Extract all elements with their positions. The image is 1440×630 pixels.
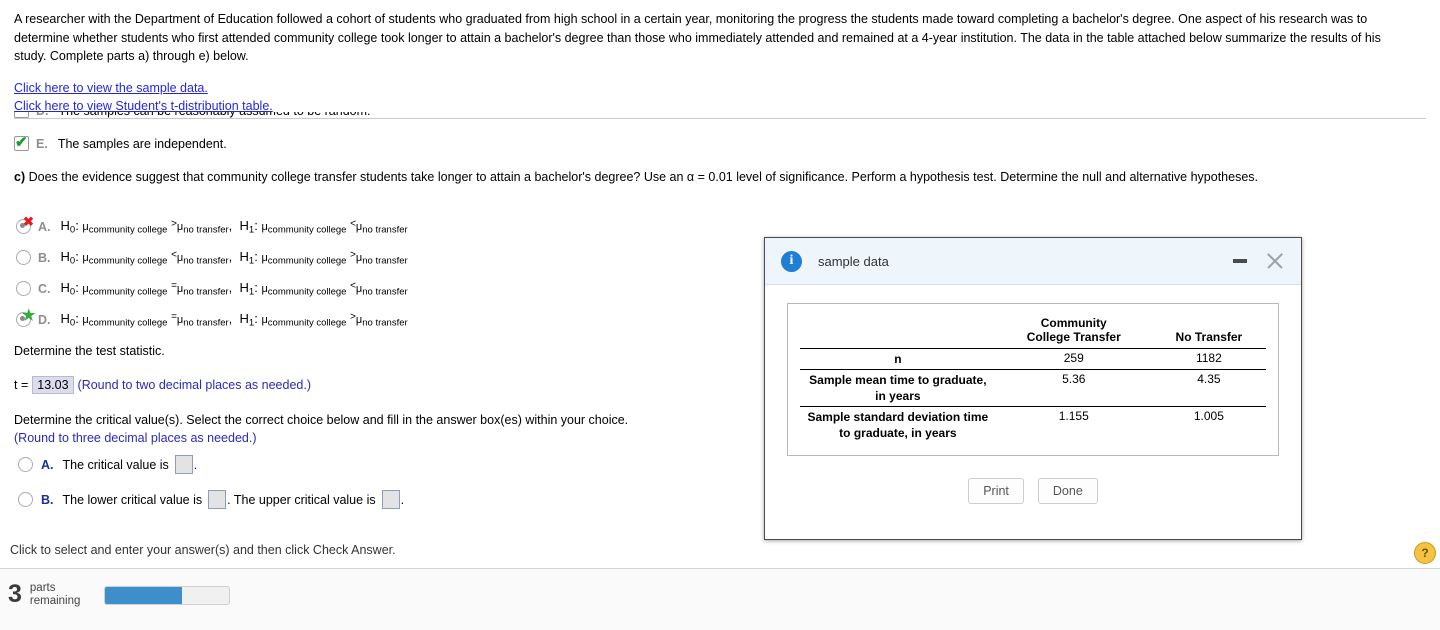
row-label-sample-sd: Sample standard deviation time to gradua… (800, 406, 996, 443)
row-sd-cct: 1.155 (995, 406, 1152, 443)
dialog-footer: Print Done (787, 478, 1279, 504)
test-statistic-row: t = 13.03 (Round to two decimal places a… (14, 376, 311, 394)
assumption-d-checkbox[interactable] (14, 112, 29, 118)
assumption-e-letter: E. (36, 136, 48, 151)
assumption-option-e[interactable]: E. The samples are independent. (14, 133, 227, 151)
hypothesis-d-radio[interactable]: ★ (16, 307, 35, 328)
sample-data-table-frame: Community College Transfer No Transfer n … (787, 303, 1279, 456)
table-row: n 259 1182 (800, 348, 1266, 370)
parts-count: 3 (8, 580, 22, 608)
hypothesis-b-radio[interactable] (16, 250, 31, 266)
done-button[interactable]: Done (1037, 478, 1098, 504)
table-corner-cell (800, 314, 996, 349)
hypothesis-a-text: H0: μcommunity college >μno transfer, H1… (60, 218, 408, 236)
reference-links: Click here to view the sample data. Clic… (14, 79, 273, 115)
hypothesis-choice-c[interactable]: C. H0: μcommunity college =μno transfer,… (16, 280, 408, 297)
critical-a-text-after: . (193, 457, 198, 472)
critical-b-text-before: The lower critical value is (62, 492, 203, 507)
test-statistic-prompt: Determine the test statistic. (14, 344, 165, 358)
sample-data-dialog: i sample data Community College Transfer … (764, 237, 1302, 540)
part-c-label: c) (14, 170, 26, 184)
row-sd-nt: 1.005 (1151, 406, 1266, 443)
assumption-option-d-clipped[interactable]: D. The samples can be reasonably assumed… (14, 112, 714, 124)
hypothesis-d-text: H0: μcommunity college =μno transfer, H1… (60, 311, 408, 329)
parts-remaining: 3 parts remaining (8, 580, 80, 609)
col-header-community-college-transfer: Community College Transfer (1026, 316, 1121, 344)
assumption-d-label: The samples can be reasonably assumed to… (59, 112, 371, 118)
help-icon[interactable]: ? (1414, 542, 1436, 564)
correct-star-icon: ★ (22, 307, 36, 325)
hypothesis-c-text: H0: μcommunity college =μno transfer, H1… (60, 280, 408, 298)
t-rounding-note: (Round to two decimal places as needed.) (77, 378, 311, 392)
critical-b-lower-input[interactable] (208, 490, 227, 509)
incorrect-x-icon: ✖ (23, 214, 34, 230)
critical-value-text: Determine the critical value(s). Select … (14, 413, 629, 427)
table-row: Sample mean time to graduate, in years 5… (800, 369, 1266, 407)
problem-page: A researcher with the Department of Educ… (0, 0, 1440, 630)
t-label: t = (14, 378, 29, 392)
critical-b-letter: B. (41, 492, 54, 507)
critical-a-input[interactable] (174, 455, 193, 474)
footer-bar: 3 partsremaining Clear All Check Answer … (0, 568, 1440, 630)
t-value-input[interactable]: 13.03 (32, 376, 74, 394)
critical-b-text-middle: . The upper critical value is (227, 492, 376, 507)
hypothesis-b-text: H0: μcommunity college <μno transfer, H1… (60, 249, 408, 267)
table-header-row: Community College Transfer No Transfer (800, 314, 1266, 349)
dialog-title: sample data (818, 253, 889, 269)
minimize-icon[interactable] (1233, 259, 1247, 263)
link-sample-data[interactable]: Click here to view the sample data. (14, 79, 208, 97)
info-icon: i (781, 250, 802, 272)
critical-choice-b[interactable]: B. The lower critical value is . The upp… (18, 490, 404, 509)
hypothesis-choice-d[interactable]: ★ D. H0: μcommunity college =μno transfe… (16, 307, 408, 329)
hypothesis-a-letter: A. (38, 219, 51, 234)
part-c-prompt: c) Does the evidence suggest that commun… (14, 170, 1258, 184)
hypothesis-a-radio[interactable]: ✖ (16, 214, 34, 235)
dialog-body: Community College Transfer No Transfer n … (765, 285, 1301, 504)
status-text: Click to select and enter your answer(s)… (10, 543, 396, 557)
assumption-e-checkbox[interactable] (14, 133, 29, 151)
problem-statement: A researcher with the Department of Educ… (14, 12, 1381, 63)
sample-data-table: Community College Transfer No Transfer n … (800, 314, 1266, 443)
critical-b-text-after: . (400, 492, 405, 507)
critical-b-upper-input[interactable] (381, 490, 400, 509)
critical-a-letter: A. (41, 457, 54, 472)
row-n-nt: 1182 (1151, 348, 1266, 370)
hypothesis-b-letter: B. (38, 250, 51, 265)
row-label-sample-mean: Sample mean time to graduate, in years (800, 369, 996, 407)
parts-label: parts remaining (29, 582, 81, 607)
hypothesis-c-radio[interactable] (16, 281, 31, 297)
critical-a-radio[interactable] (18, 457, 33, 472)
hypothesis-choice-a[interactable]: ✖ A. H0: μcommunity college >μno transfe… (16, 214, 408, 236)
assumption-e-label: The samples are independent. (57, 136, 227, 151)
hypothesis-c-letter: C. (38, 281, 51, 296)
progress-bar (104, 586, 230, 605)
row-mean-cct: 5.36 (995, 369, 1152, 407)
hypothesis-choice-b[interactable]: B. H0: μcommunity college <μno transfer,… (16, 249, 408, 266)
row-n-cct: 259 (995, 348, 1152, 370)
hypothesis-d-letter: D. (38, 312, 51, 327)
critical-a-text-before: The critical value is (62, 457, 169, 472)
critical-b-radio[interactable] (18, 492, 33, 507)
close-icon[interactable] (1265, 251, 1285, 271)
assumption-d-letter: D. (36, 112, 49, 118)
table-row: Sample standard deviation time to gradua… (800, 406, 1266, 443)
progress-fill (105, 587, 182, 604)
critical-choice-a[interactable]: A. The critical value is . (18, 455, 197, 474)
critical-value-prompt: Determine the critical value(s). Select … (14, 411, 628, 447)
part-c-text: Does the evidence suggest that community… (25, 170, 1259, 184)
print-button[interactable]: Print (968, 478, 1024, 504)
dialog-header: i sample data (765, 238, 1301, 285)
col-header-no-transfer: No Transfer (1175, 330, 1243, 344)
row-label-n: n (800, 348, 996, 370)
row-mean-nt: 4.35 (1151, 369, 1266, 407)
critical-value-rounding-note: (Round to three decimal places as needed… (14, 431, 257, 445)
